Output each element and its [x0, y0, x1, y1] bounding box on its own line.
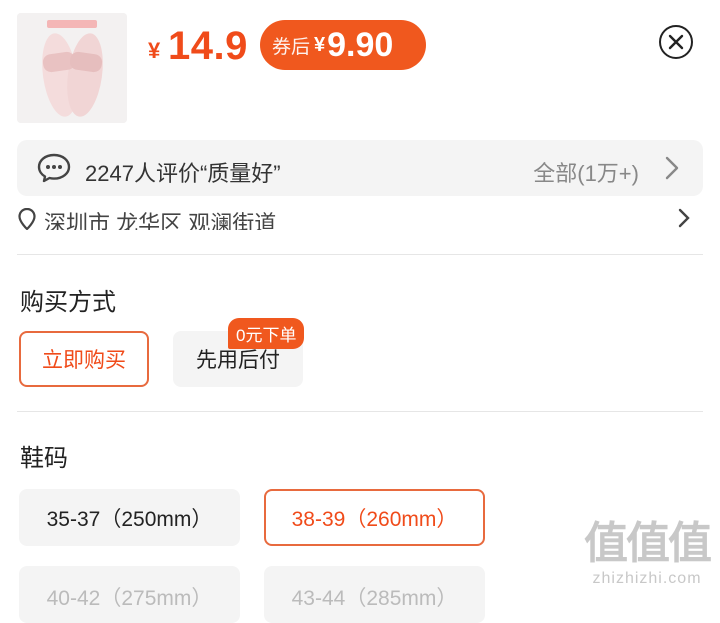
chat-bubble-icon	[37, 153, 71, 183]
size-option-35-37[interactable]: 35-37（250mm）	[19, 489, 240, 546]
option-label: 40-42（275mm）	[46, 587, 213, 610]
option-label: 35-37（250mm）	[46, 507, 213, 531]
all-reviews-link[interactable]: 全部(1万+)	[533, 156, 639, 188]
size-option-43-44[interactable]: 43-44（285mm）	[264, 566, 485, 623]
purchase-method-title: 购买方式	[20, 289, 116, 316]
address-text: 深圳市 龙华区 观澜街道	[44, 211, 277, 230]
price: 14.9	[168, 24, 248, 68]
divider	[17, 411, 703, 412]
coupon-label: 券后	[272, 36, 311, 58]
option-label: 43-44（285mm）	[291, 587, 458, 610]
watermark-url: zhizhizhi.com	[592, 570, 702, 587]
buy-now-option[interactable]: 立即购买	[19, 331, 149, 387]
location-pin-icon	[18, 208, 36, 230]
size-option-38-39[interactable]: 38-39（260mm）	[264, 489, 485, 546]
slipper-image	[17, 13, 127, 123]
close-icon	[668, 34, 684, 50]
option-label: 38-39（260mm）	[291, 507, 458, 531]
coupon-price: 9.90	[327, 25, 394, 64]
chevron-right-icon	[678, 208, 690, 228]
shoe-size-title: 鞋码	[20, 445, 68, 472]
zero-down-badge: 0元下单	[228, 318, 305, 349]
close-button[interactable]	[659, 25, 693, 59]
size-option-40-42[interactable]: 40-42（275mm）	[19, 566, 240, 623]
coupon-currency: ¥	[314, 33, 326, 56]
watermark-logo: 值值值	[584, 519, 712, 568]
review-summary-text: 2247人评价“质量好”	[85, 161, 281, 186]
site-watermark: 值值值 zhizhizhi.com	[584, 518, 712, 588]
divider	[17, 254, 703, 255]
price-currency: ¥	[148, 38, 161, 63]
coupon-price-badge: 券后 ¥ 9.90	[260, 20, 426, 70]
chevron-right-icon	[665, 156, 679, 180]
product-thumbnail[interactable]	[17, 13, 127, 123]
address-row[interactable]: 深圳市 龙华区 观澜街道	[0, 196, 720, 230]
option-label: 立即购买	[42, 349, 126, 372]
review-summary-bar[interactable]: 2247人评价“质量好” 全部(1万+)	[17, 140, 703, 196]
